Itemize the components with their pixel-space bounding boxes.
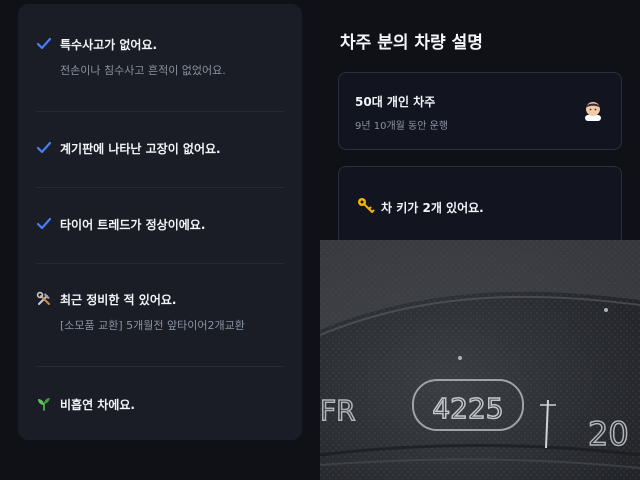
car-key-card: 차 키가 2개 있어요. bbox=[338, 166, 622, 246]
owner-name: 50대 개인 차주 bbox=[355, 95, 436, 109]
checklist-item-tire-tread-normal: 타이어 트레드가 정상이에요. bbox=[36, 216, 284, 264]
checklist-item-non-smoking: 비흡연 차에요. bbox=[36, 396, 284, 426]
checklist-subtitle: 전손이나 침수사고 흔적이 없었어요. bbox=[60, 64, 226, 77]
checklist-title: 특수사고가 없어요. bbox=[60, 38, 158, 52]
tire-date-code-photo: 4225 FR 20 bbox=[320, 240, 640, 480]
owner-driving-period: 9년 10개월 동안 운행 bbox=[355, 121, 449, 132]
key-icon bbox=[357, 197, 375, 214]
check-icon bbox=[36, 216, 52, 232]
checklist-title: 타이어 트레드가 정상이에요. bbox=[60, 218, 206, 232]
owner-description-title: 차주 분의 차량 설명 bbox=[340, 33, 483, 53]
checklist-subtitle: [소모품 교환] 5개월전 앞타이어2개교환 bbox=[60, 319, 245, 332]
tire-date-code: 4225 bbox=[432, 392, 503, 425]
checklist-title: 최근 정비한 적 있어요. bbox=[60, 293, 177, 307]
checklist-title: 계기판에 나타난 고장이 없어요. bbox=[60, 142, 221, 156]
checklist-title: 비흡연 차에요. bbox=[60, 398, 135, 412]
tools-icon bbox=[36, 291, 52, 307]
car-key-count-text: 차 키가 2개 있어요. bbox=[381, 201, 484, 215]
seedling-icon bbox=[36, 396, 52, 412]
tire-side-mark-right: 20 bbox=[588, 415, 629, 453]
vehicle-checklist-card: 특수사고가 없어요. 전손이나 침수사고 흔적이 없었어요. 계기판에 나타난 … bbox=[18, 4, 302, 440]
check-icon bbox=[36, 140, 52, 156]
checklist-item-recent-maintenance: 최근 정비한 적 있어요. [소모품 교환] 5개월전 앞타이어2개교환 bbox=[36, 291, 284, 367]
owner-avatar-icon bbox=[583, 99, 603, 121]
check-icon bbox=[36, 36, 52, 52]
owner-info-card: 50대 개인 차주 9년 10개월 동안 운행 bbox=[338, 72, 622, 150]
tire-side-mark-left: FR bbox=[320, 394, 356, 427]
checklist-item-no-dashboard-fault: 계기판에 나타난 고장이 없어요. bbox=[36, 140, 284, 188]
checklist-item-no-special-accident: 특수사고가 없어요. 전손이나 침수사고 흔적이 없었어요. bbox=[36, 36, 284, 112]
